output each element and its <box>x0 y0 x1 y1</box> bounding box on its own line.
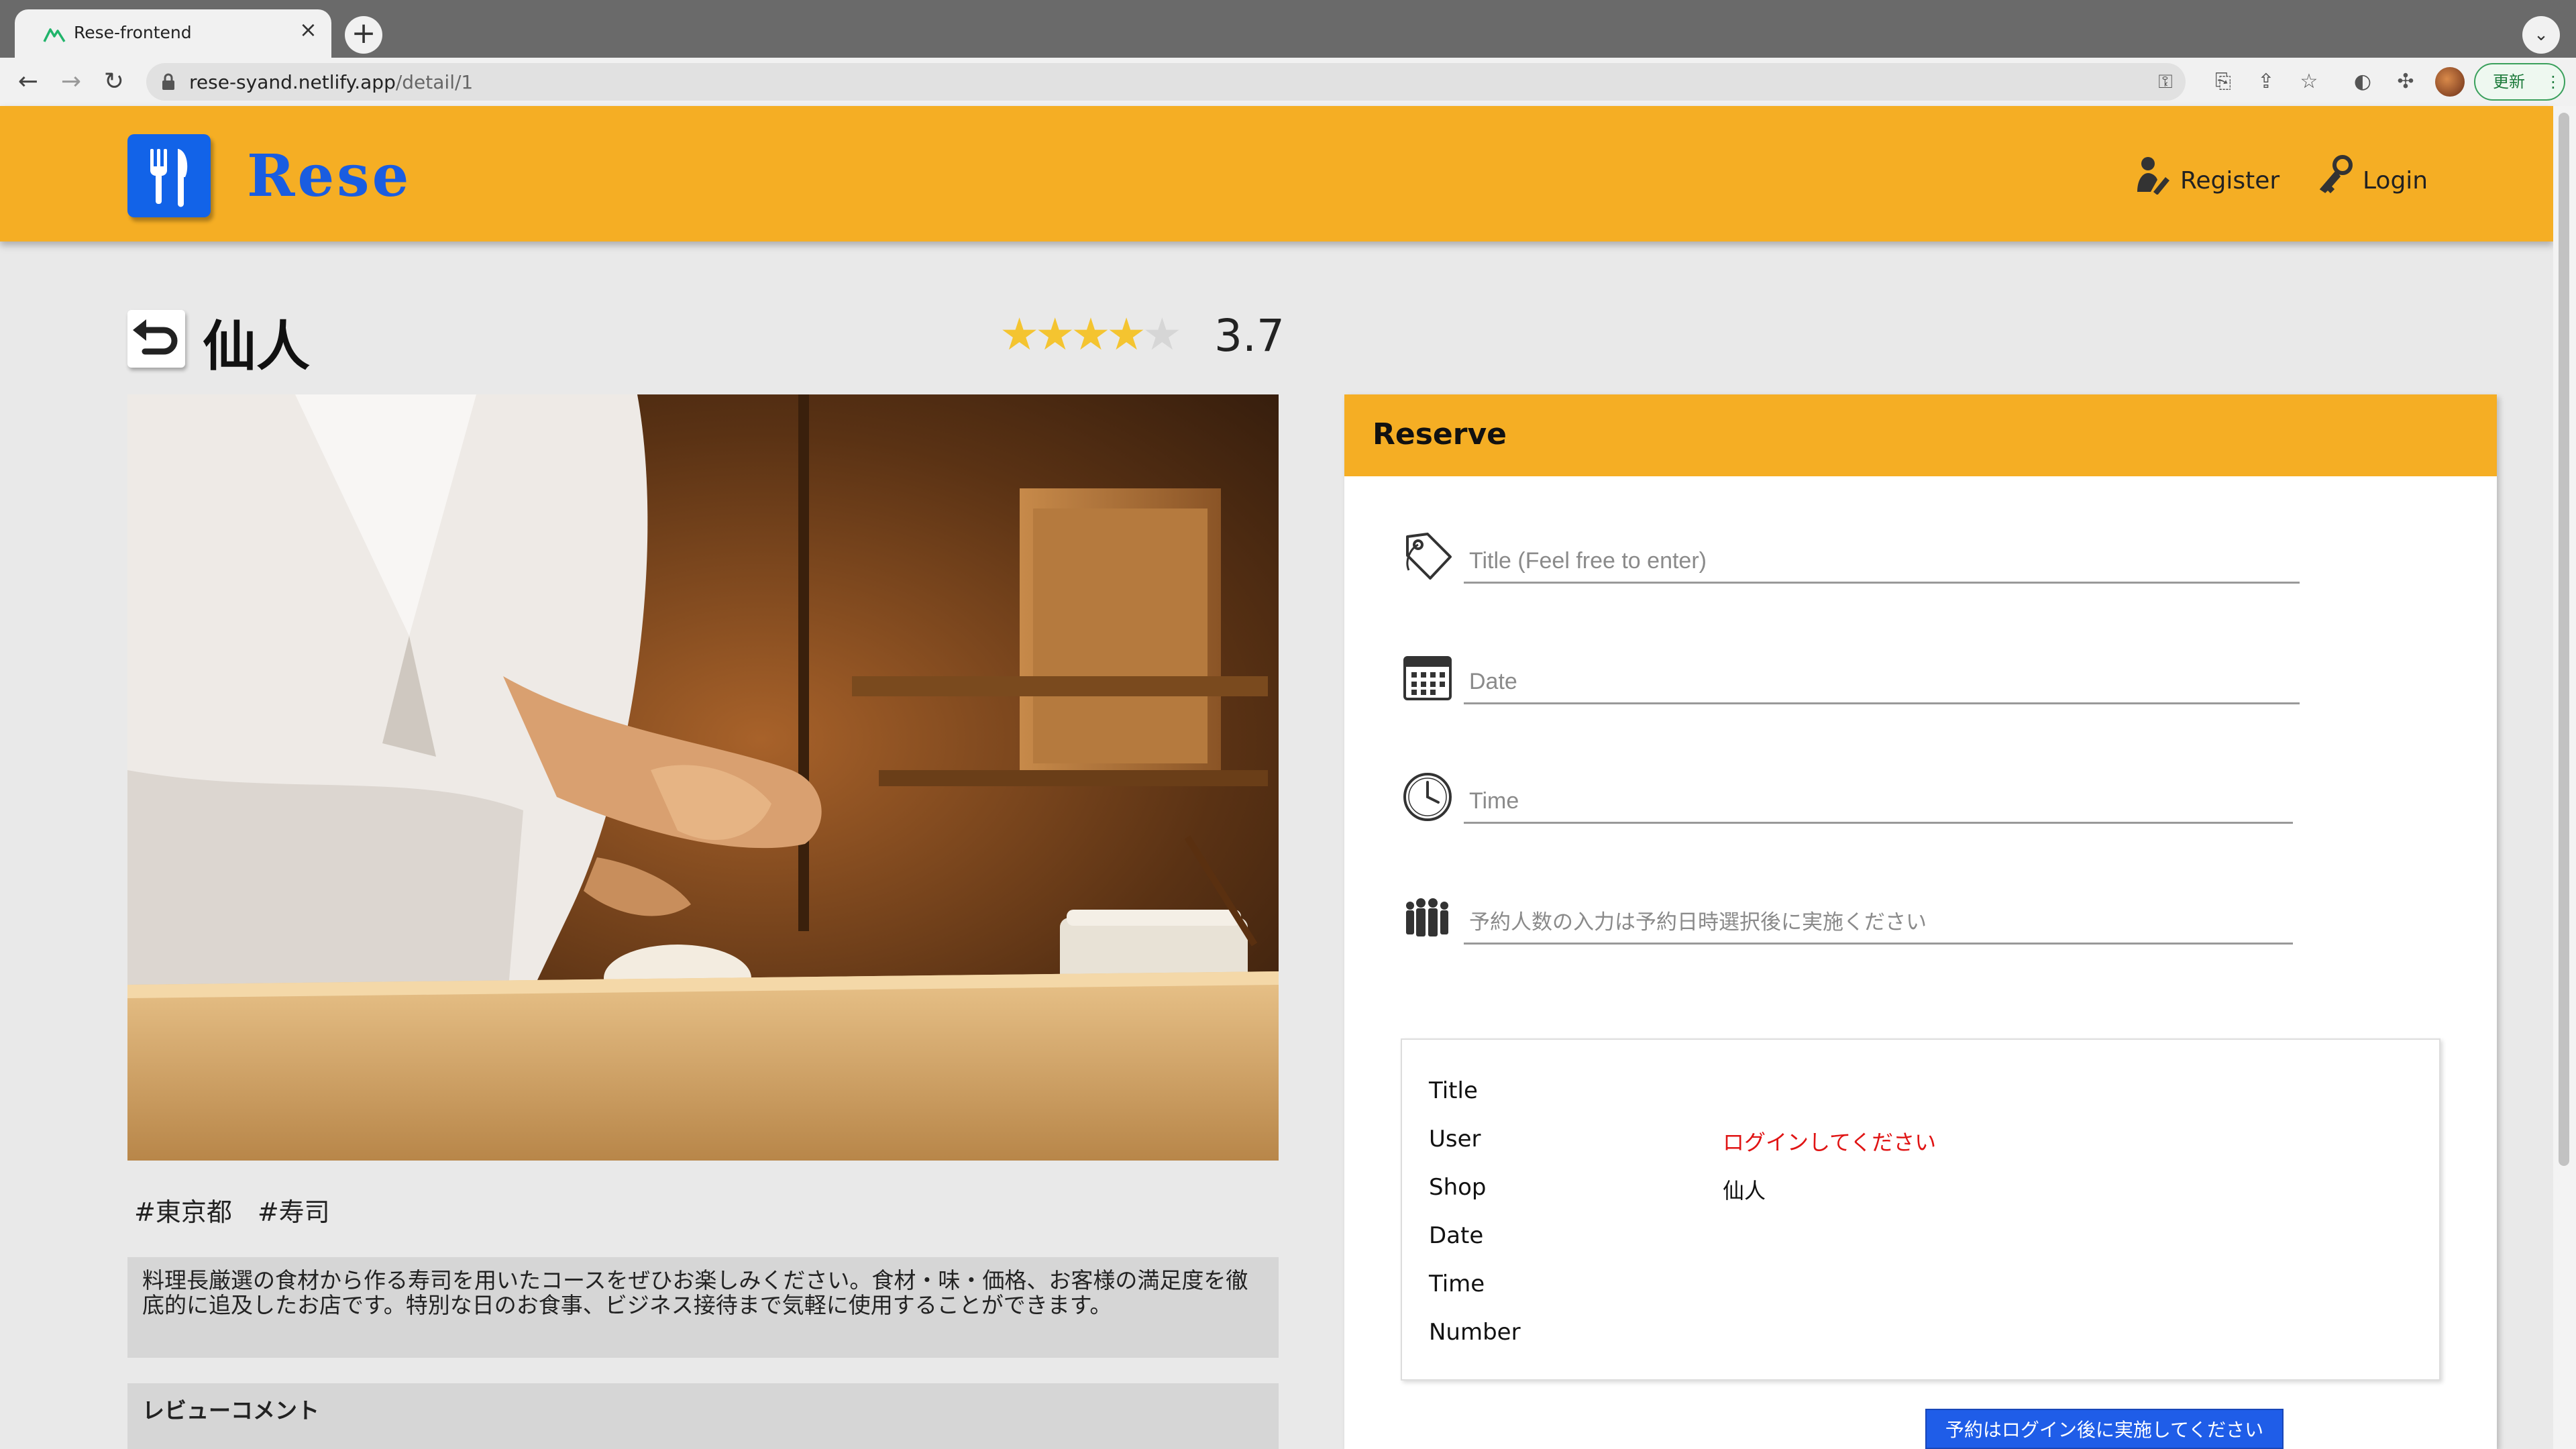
bookmark-star-icon[interactable]: ☆ <box>2296 68 2322 95</box>
reserve-card: Reserve Title User ログインしてください <box>1344 394 2497 1449</box>
star-icon: ★ <box>1000 309 1039 360</box>
rating-stars: ★★★★★ <box>1000 313 1182 357</box>
profile-avatar[interactable] <box>2435 67 2465 97</box>
extension-icon[interactable]: ◐ <box>2349 68 2376 95</box>
shop-photo <box>127 394 1279 1161</box>
netlify-favicon-icon <box>43 28 66 42</box>
login-link[interactable]: Login <box>2316 154 2428 195</box>
summary-title-label: Title <box>1429 1077 1478 1104</box>
shop-description: 料理長厳選の食材から作る寿司を用いたコースをぜひお楽しみください。食材・味・価格… <box>127 1257 1279 1358</box>
back-arrow-icon <box>133 319 178 355</box>
people-icon <box>1406 898 1448 936</box>
tab-close-icon[interactable]: × <box>299 19 317 40</box>
register-link[interactable]: Register <box>2133 154 2279 195</box>
site-header: Rese Register Login <box>0 106 2553 241</box>
reserve-header: Reserve <box>1344 394 2497 476</box>
browser-toolbar: ← → ↻ rese-syand.netlify.app/detail/1 ⚿ … <box>0 58 2576 106</box>
review-section-heading: レビューコメント <box>127 1383 1279 1449</box>
reserve-submit-button[interactable]: 予約はログイン後に実施してください <box>1925 1409 2284 1449</box>
reserve-date-input[interactable] <box>1464 661 2300 704</box>
reservation-summary: Title User ログインしてください Shop 仙人 Date Time … <box>1401 1038 2440 1381</box>
star-icon: ★ <box>1035 309 1075 360</box>
puzzle-extensions-icon[interactable]: ✣ <box>2392 68 2419 95</box>
summary-user-label: User <box>1429 1126 1481 1152</box>
browser-update-button[interactable]: 更新 ⋮ <box>2474 63 2565 101</box>
summary-number-label: Number <box>1429 1319 1521 1346</box>
url-text[interactable]: rese-syand.netlify.app/detail/1 <box>189 71 473 93</box>
reserve-title-input[interactable] <box>1464 541 2300 584</box>
register-label[interactable]: Register <box>2180 167 2279 195</box>
login-label[interactable]: Login <box>2363 167 2428 195</box>
site-logo-text[interactable]: Rese <box>247 142 411 210</box>
summary-shop-value: 仙人 <box>1723 1178 1766 1203</box>
summary-shop-label: Shop <box>1429 1174 1487 1201</box>
shop-tags: #東京都 #寿司 <box>134 1197 330 1227</box>
rese-logo-icon[interactable] <box>127 134 211 217</box>
shop-name: 仙人 <box>203 315 310 378</box>
reload-icon[interactable]: ↻ <box>95 63 133 101</box>
summary-time-label: Time <box>1429 1271 1485 1297</box>
browser-tab-strip: Rese-frontend × + ⌄ <box>0 0 2576 58</box>
more-menu-icon[interactable]: ⋮ <box>2545 64 2561 99</box>
translate-icon[interactable]: ⎘ <box>2210 68 2237 95</box>
share-icon[interactable]: ⇪ <box>2253 68 2279 95</box>
login-key-icon <box>2319 155 2353 194</box>
star-icon: ★ <box>1071 309 1110 360</box>
tab-search-chevron-icon[interactable]: ⌄ <box>2522 16 2560 54</box>
lock-icon <box>162 73 174 90</box>
register-icon <box>2137 157 2169 195</box>
scrollbar-thumb[interactable] <box>2559 113 2569 1166</box>
star-icon: ★ <box>1106 309 1146 360</box>
summary-date-label: Date <box>1429 1222 1484 1249</box>
tag-icon <box>1406 533 1452 580</box>
reserve-time-input[interactable] <box>1464 781 2293 824</box>
summary-user-value: ログインしてください <box>1723 1130 1937 1155</box>
calendar-icon <box>1403 656 1452 700</box>
reserve-number-input[interactable] <box>1464 902 2293 945</box>
reserve-title: Reserve <box>1373 417 1507 451</box>
back-nav-icon[interactable]: ← <box>9 63 47 101</box>
star-empty-icon: ★ <box>1142 309 1182 360</box>
back-button[interactable] <box>127 310 185 368</box>
new-tab-button[interactable]: + <box>345 16 382 54</box>
tab-title: Rese-frontend <box>74 23 192 42</box>
rating-value: 3.7 <box>1214 310 1285 362</box>
browser-tab[interactable]: Rese-frontend × <box>15 9 331 58</box>
forward-nav-icon[interactable]: → <box>52 63 90 101</box>
clock-icon <box>1403 773 1452 821</box>
password-key-icon[interactable]: ⚿ <box>2153 70 2178 94</box>
page-scrollbar[interactable] <box>2553 106 2576 1449</box>
address-bar[interactable]: rese-syand.netlify.app/detail/1 ⚿ <box>146 63 2186 101</box>
